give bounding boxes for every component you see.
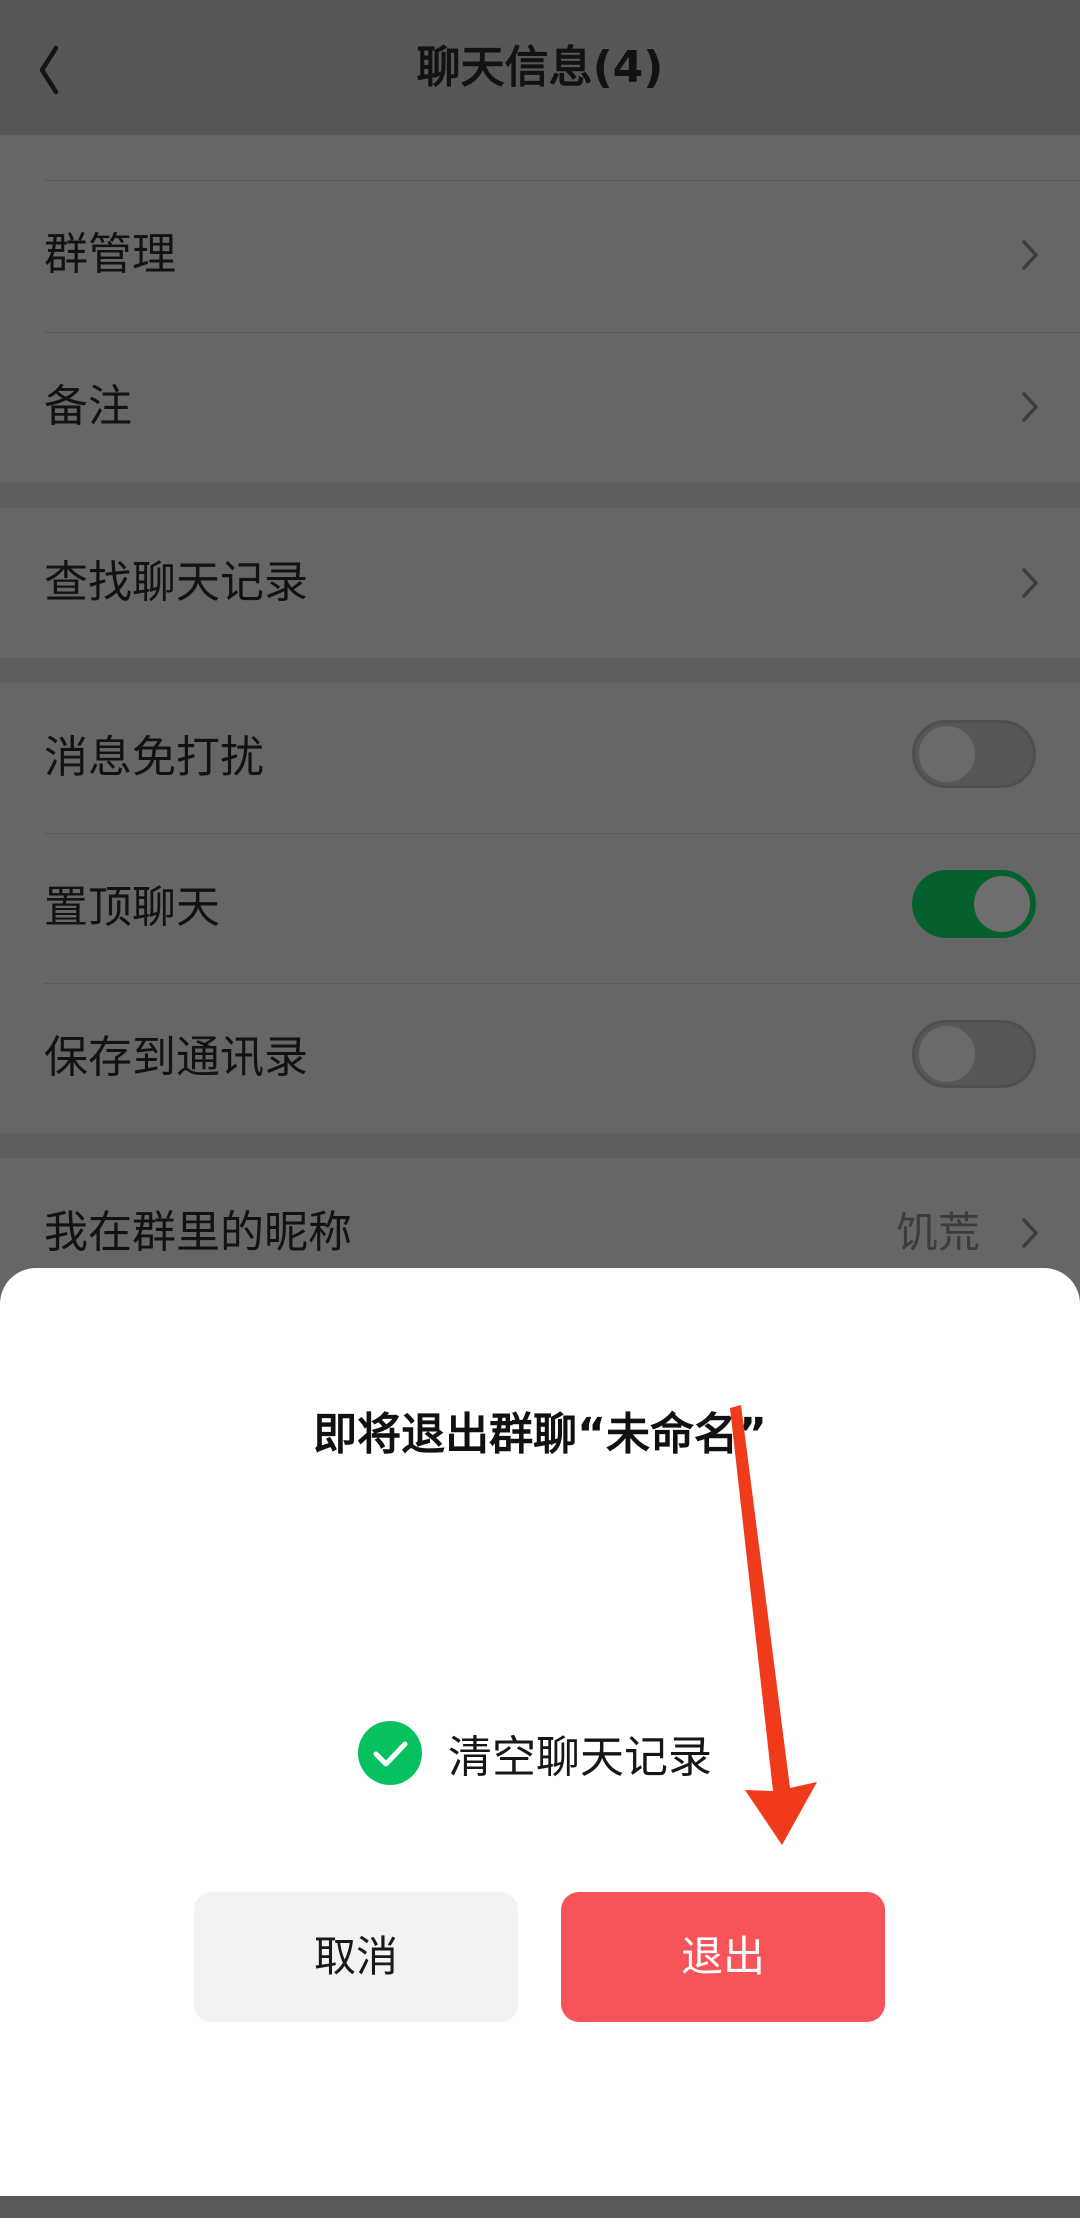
check-circle-icon[interactable] (358, 1721, 422, 1785)
save-contacts-toggle[interactable] (912, 1020, 1036, 1088)
chevron-right-icon (1016, 230, 1046, 280)
chevron-right-icon (1016, 558, 1046, 608)
mute-toggle[interactable] (912, 720, 1036, 788)
row-mute: 消息免打扰 (0, 683, 1080, 833)
bottom-strip (0, 2196, 1080, 2218)
row-save-contacts: 保存到通讯录 (0, 983, 1080, 1133)
chevron-right-icon (1016, 382, 1046, 432)
settings-group-1: 群管理 备注 (0, 135, 1080, 483)
row-pin: 置顶聊天 (0, 833, 1080, 983)
row-label: 备注 (44, 381, 132, 432)
settings-group-3: 消息免打扰 置顶聊天 保存到通讯录 (0, 683, 1080, 1133)
row-label: 置顶聊天 (44, 882, 220, 933)
exit-button[interactable]: 退出 (561, 1892, 885, 2022)
settings-group-2: 查找聊天记录 (0, 508, 1080, 658)
back-arrow-icon[interactable] (30, 32, 90, 108)
row-remark[interactable]: 备注 (0, 332, 1080, 482)
row-label: 保存到通讯录 (44, 1032, 308, 1083)
row-search-history[interactable]: 查找聊天记录 (0, 508, 1080, 658)
row-label: 查找聊天记录 (44, 557, 308, 608)
pin-toggle[interactable] (912, 870, 1036, 938)
row-label: 群管理 (44, 229, 176, 280)
navbar: 聊天信息(4) (0, 0, 1080, 135)
dialog-title: 即将退出群聊“未命名” (313, 1409, 767, 1460)
row-label: 消息免打扰 (44, 732, 264, 783)
page-title: 聊天信息(4) (416, 42, 664, 93)
cancel-button[interactable]: 取消 (194, 1892, 518, 2022)
clear-history-label: 清空聊天记录 (448, 1732, 712, 1783)
row-group-manage[interactable]: 群管理 (0, 180, 1080, 330)
clear-history-option[interactable]: 清空聊天记录 (358, 1720, 712, 1786)
chevron-right-icon (1016, 1208, 1046, 1258)
exit-group-dialog: 即将退出群聊“未命名” 清空聊天记录 取消 退出 (0, 1268, 1080, 2196)
